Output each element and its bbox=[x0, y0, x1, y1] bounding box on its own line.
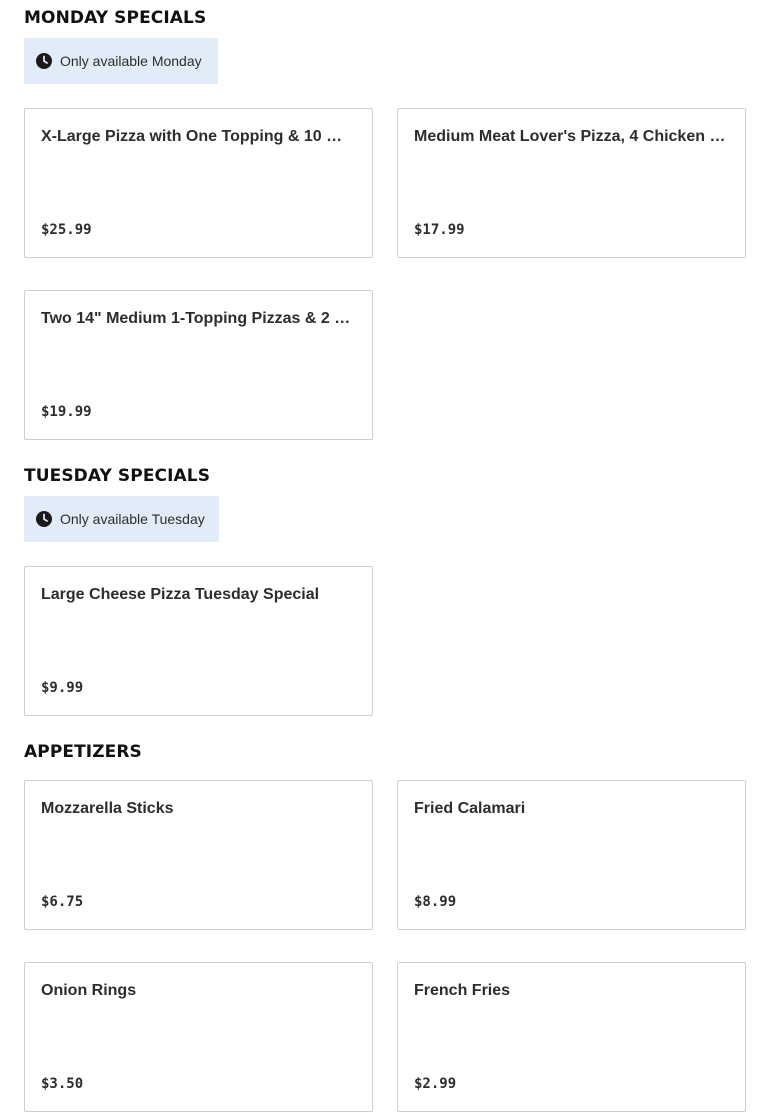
clock-icon bbox=[36, 511, 52, 527]
clock-icon bbox=[36, 53, 52, 69]
section-title-tuesday-specials: TUESDAY SPECIALS bbox=[24, 466, 211, 486]
menu-item-price: $8.99 bbox=[414, 894, 457, 910]
menu-item-name: Two 14" Medium 1-Topping Pizzas & 2 Lite… bbox=[41, 310, 355, 327]
section-title-appetizers: APPETIZERS bbox=[24, 742, 142, 762]
menu-item-name: Fried Calamari bbox=[414, 800, 526, 817]
menu-item-price: $3.50 bbox=[41, 1076, 84, 1092]
availability-badge-monday: Only available Monday bbox=[24, 38, 218, 84]
menu-item-name: Onion Rings bbox=[41, 982, 137, 999]
availability-badge-tuesday: Only available Tuesday bbox=[24, 496, 219, 542]
menu-item-price: $25.99 bbox=[41, 222, 92, 238]
menu-item-name: French Fries bbox=[414, 982, 511, 999]
menu-item-card[interactable]: French Fries $2.99 bbox=[397, 962, 746, 1112]
menu-item-name: X-Large Pizza with One Topping & 10 Wing… bbox=[41, 128, 355, 145]
menu-item-name: Large Cheese Pizza Tuesday Special bbox=[41, 586, 320, 603]
menu-item-price: $17.99 bbox=[414, 222, 465, 238]
menu-item-price: $6.75 bbox=[41, 894, 84, 910]
menu-item-card[interactable]: Two 14" Medium 1-Topping Pizzas & 2 Lite… bbox=[24, 290, 373, 440]
menu-item-card[interactable]: Large Cheese Pizza Tuesday Special $9.99 bbox=[24, 566, 373, 716]
menu-item-card[interactable]: Onion Rings $3.50 bbox=[24, 962, 373, 1112]
section-title-monday-specials: MONDAY SPECIALS bbox=[24, 8, 207, 28]
availability-text: Only available Monday bbox=[60, 53, 202, 69]
menu-item-price: $2.99 bbox=[414, 1076, 457, 1092]
menu-item-card[interactable]: Medium Meat Lover's Pizza, 4 Chicken Win… bbox=[397, 108, 746, 258]
menu-item-card[interactable]: X-Large Pizza with One Topping & 10 Wing… bbox=[24, 108, 373, 258]
menu-item-price: $9.99 bbox=[41, 680, 84, 696]
menu-item-card[interactable]: Mozzarella Sticks $6.75 bbox=[24, 780, 373, 930]
availability-text: Only available Tuesday bbox=[60, 511, 205, 527]
menu-item-name: Medium Meat Lover's Pizza, 4 Chicken Win… bbox=[414, 128, 728, 145]
menu-item-name: Mozzarella Sticks bbox=[41, 800, 174, 817]
menu-item-card[interactable]: Fried Calamari $8.99 bbox=[397, 780, 746, 930]
menu-item-price: $19.99 bbox=[41, 404, 92, 420]
